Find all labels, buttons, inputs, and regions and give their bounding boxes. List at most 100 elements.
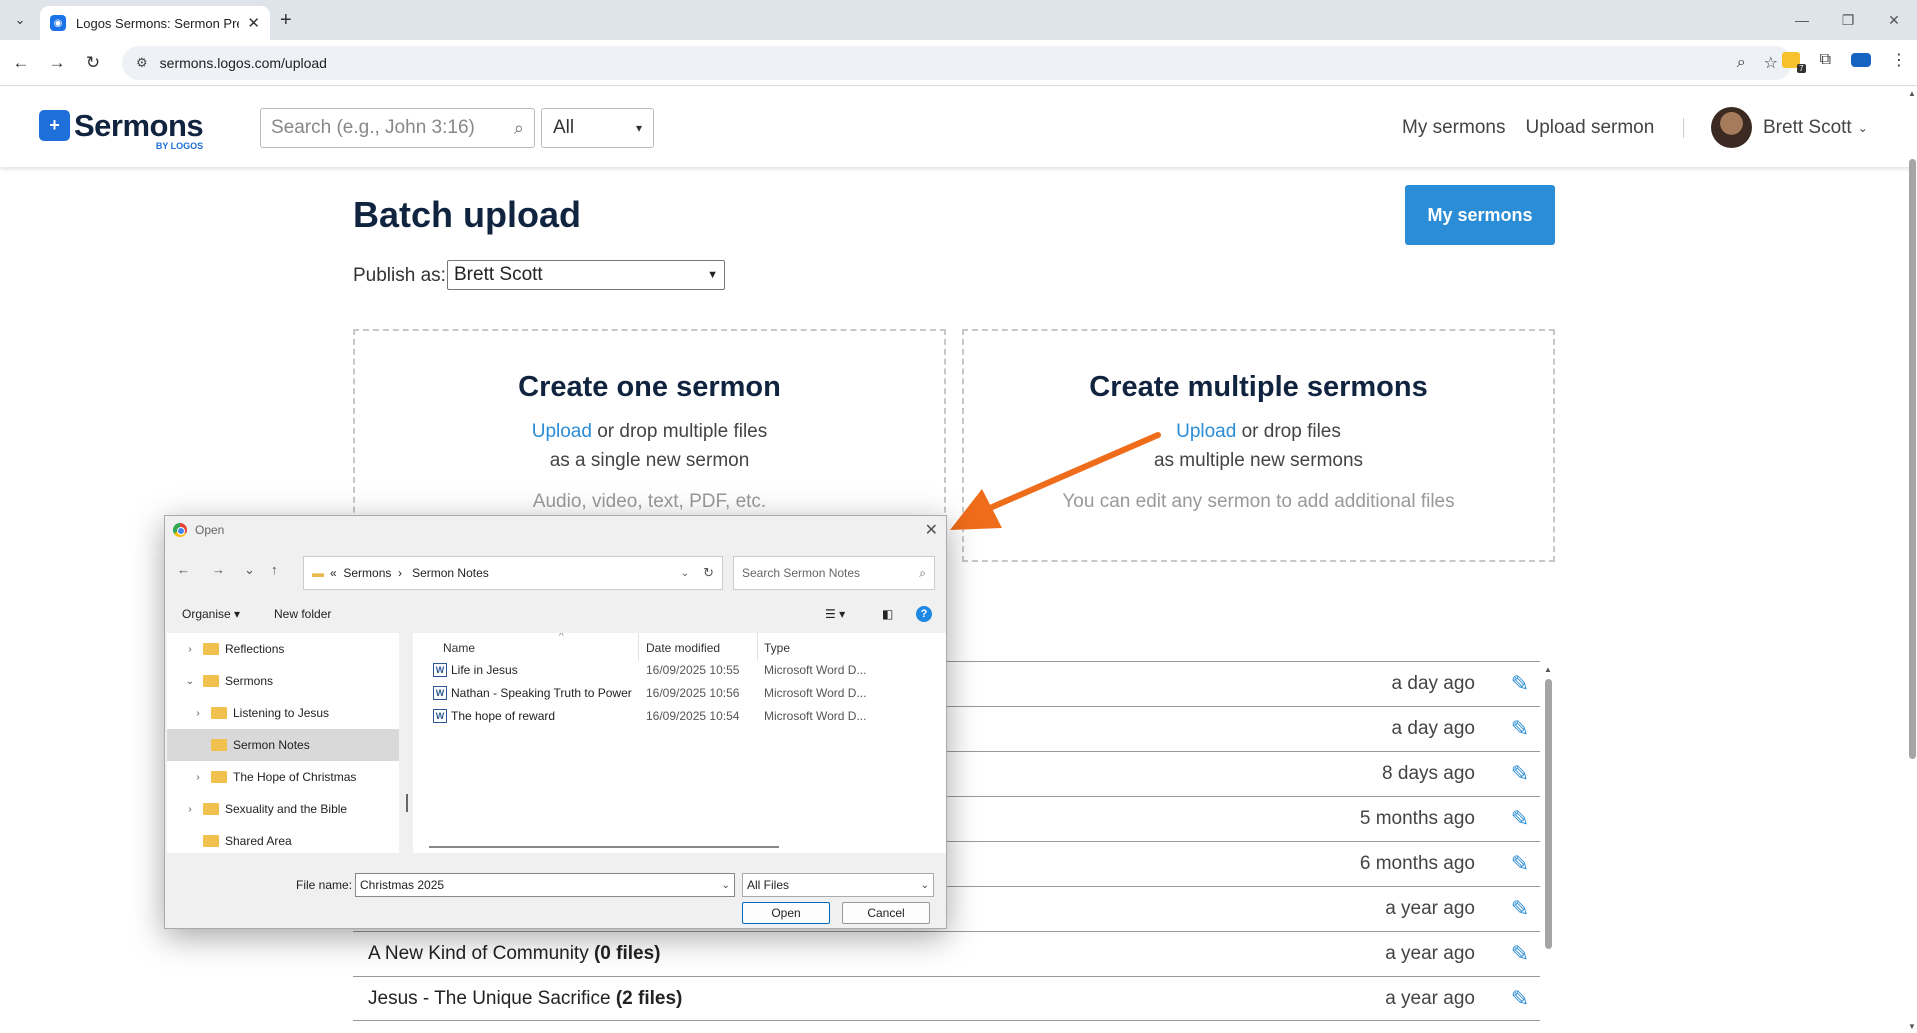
pencil-edit-icon[interactable]: ✎ <box>1500 761 1540 787</box>
site-info-icon[interactable]: ⚙ <box>136 55 148 71</box>
new-tab-button[interactable]: + <box>280 9 292 32</box>
page-scrollbar[interactable]: ▲ ▼ <box>1907 87 1917 1033</box>
forward-arrow-icon[interactable]: → <box>212 562 225 577</box>
nav-my-sermons[interactable]: My sermons <box>1402 117 1505 139</box>
folder-tree: › Reflections ⌄ Sermons › Listening to J… <box>167 633 399 853</box>
sermons-logo[interactable]: + Sermons BY LOGOS <box>39 108 204 151</box>
new-folder-button[interactable]: New folder <box>274 607 331 621</box>
scrollbar-thumb[interactable] <box>1909 159 1916 759</box>
extensions-puzzle-icon[interactable]: ⧉ <box>1820 51 1831 69</box>
tree-item-sermons[interactable]: ⌄ Sermons <box>167 665 399 697</box>
tree-item-the-hope-of-christmas[interactable]: › The Hope of Christmas <box>167 761 399 793</box>
file-name-input[interactable]: Christmas 2025 ⌄ <box>355 873 735 897</box>
tab-search-button[interactable]: ⌄ <box>8 8 32 32</box>
tree-item-sermon-notes[interactable]: Sermon Notes <box>167 729 399 761</box>
browser-tab-active[interactable]: ◉ Logos Sermons: Sermon Prepar ✕ <box>40 6 270 40</box>
upload-multiple-link[interactable]: Upload <box>1176 421 1236 442</box>
list-item[interactable]: Jesus - The Unique Sacrifice (2 files) a… <box>353 976 1540 1021</box>
list-item[interactable]: A New Kind of Community (0 files) a year… <box>353 931 1540 976</box>
search-scope-select[interactable]: All ▾ <box>541 108 654 148</box>
upload-one-link[interactable]: Upload <box>532 421 592 442</box>
sermon-age: a day ago <box>1391 718 1475 739</box>
chevron-right-icon[interactable]: › <box>191 708 205 719</box>
tree-item-reflections[interactable]: › Reflections <box>167 633 399 665</box>
nav-upload-sermon[interactable]: Upload sermon <box>1525 117 1654 139</box>
chevron-right-icon[interactable]: › <box>183 804 197 815</box>
sermon-list-scrollbar[interactable]: ▲ <box>1544 665 1553 1025</box>
refresh-icon[interactable]: ↻ <box>703 565 714 581</box>
close-icon[interactable]: ✕ <box>925 520 938 540</box>
search-icon[interactable]: ⌕ <box>514 118 524 139</box>
window-close-button[interactable]: ✕ <box>1871 0 1917 40</box>
avatar <box>1711 107 1752 148</box>
open-button[interactable]: Open <box>742 902 830 924</box>
recent-locations-icon[interactable]: ⌄ <box>244 562 255 578</box>
site-search-input[interactable]: Search (e.g., John 3:16) ⌕ <box>260 108 535 148</box>
pencil-edit-icon[interactable]: ✎ <box>1500 851 1540 877</box>
bookmark-star-icon[interactable]: ☆ <box>1764 53 1778 73</box>
tree-item-listening-to-jesus[interactable]: › Listening to Jesus <box>167 697 399 729</box>
scroll-down-icon[interactable]: ▼ <box>1908 1022 1916 1031</box>
browser-menu-icon[interactable]: ⋮ <box>1891 50 1907 70</box>
file-row[interactable]: W The hope of reward 16/09/2025 10:54 Mi… <box>413 703 946 729</box>
scroll-up-icon[interactable]: ▲ <box>1544 665 1552 674</box>
sermon-age: a year ago <box>1385 898 1475 919</box>
folder-tree-scrollbar[interactable] <box>406 794 408 812</box>
address-breadcrumb[interactable]: ▬ « Sermons › Sermon Notes ⌄ ↻ <box>303 556 723 590</box>
back-arrow-icon[interactable]: ← <box>8 50 34 76</box>
pencil-edit-icon[interactable]: ✎ <box>1500 941 1540 967</box>
breadcrumb-sermons[interactable]: Sermons <box>343 566 391 580</box>
scroll-up-icon[interactable]: ▲ <box>1908 89 1916 98</box>
preview-pane-icon[interactable]: ◧ <box>882 607 893 621</box>
dialog-search-input[interactable]: Search Sermon Notes ⌕ <box>733 556 935 590</box>
breadcrumb-overflow[interactable]: « <box>330 566 337 580</box>
file-name-label: File name: <box>296 878 353 892</box>
file-list-scrollbar[interactable] <box>429 846 779 848</box>
back-arrow-icon[interactable]: ← <box>177 562 190 577</box>
help-icon[interactable]: ? <box>916 606 932 622</box>
chevron-down-icon[interactable]: ⌄ <box>183 676 197 687</box>
reload-icon[interactable]: ↻ <box>80 50 106 76</box>
tree-item-shared-area[interactable]: Shared Area <box>167 825 399 853</box>
publish-as-select[interactable]: Brett Scott ▼ <box>447 260 725 290</box>
breadcrumb-sermon-notes[interactable]: Sermon Notes <box>412 566 489 580</box>
pencil-edit-icon[interactable]: ✎ <box>1500 986 1540 1012</box>
create-multiple-heading: Create multiple sermons <box>1089 371 1428 403</box>
pencil-edit-icon[interactable]: ✎ <box>1500 716 1540 742</box>
file-name: Life in Jesus <box>451 663 518 677</box>
file-type-select[interactable]: All Files ⌄ <box>742 873 934 897</box>
up-folder-icon[interactable]: ↑ <box>271 562 278 577</box>
organise-menu[interactable]: Organise ▾ <box>182 607 240 621</box>
column-name[interactable]: Name <box>443 641 475 655</box>
file-name-value: Christmas 2025 <box>360 878 445 892</box>
pencil-edit-icon[interactable]: ✎ <box>1500 671 1540 697</box>
scrollbar-thumb[interactable] <box>1545 679 1552 949</box>
logo-wordmark: Sermons <box>74 108 204 143</box>
my-sermons-button[interactable]: My sermons <box>1405 185 1555 245</box>
forward-arrow-icon[interactable]: → <box>44 50 70 76</box>
window-controls: — ❐ ✕ <box>1779 0 1917 40</box>
column-date-modified[interactable]: Date modified <box>646 641 720 655</box>
column-type[interactable]: Type <box>764 641 790 655</box>
create-one-heading: Create one sermon <box>518 371 781 403</box>
chevron-down-icon[interactable]: ⌄ <box>722 880 730 891</box>
tree-item-sexuality-and-the-bible[interactable]: › Sexuality and the Bible <box>167 793 399 825</box>
chevron-down-icon[interactable]: ⌄ <box>681 568 689 579</box>
upload-one-text: or drop multiple files <box>591 421 768 442</box>
tab-close-icon[interactable]: ✕ <box>247 14 260 32</box>
zoom-icon[interactable]: ⌕ <box>1737 54 1746 72</box>
view-options-icon[interactable]: ☰ ▾ <box>825 607 845 621</box>
cancel-button[interactable]: Cancel <box>842 902 930 924</box>
profile-icon[interactable] <box>1851 53 1871 67</box>
pencil-edit-icon[interactable]: ✎ <box>1500 806 1540 832</box>
address-bar[interactable]: ⚙ sermons.logos.com/upload ⌕ ☆ <box>122 46 1792 80</box>
extension-badge-icon[interactable]: 7 <box>1781 52 1806 73</box>
restore-button[interactable]: ❐ <box>1825 0 1871 40</box>
minimize-button[interactable]: — <box>1779 0 1825 40</box>
user-menu[interactable]: Brett Scott ⌄ <box>1711 107 1868 148</box>
dialog-search-placeholder: Search Sermon Notes <box>742 566 861 580</box>
pencil-edit-icon[interactable]: ✎ <box>1500 896 1540 922</box>
browser-toolbar: ← → ↻ ⚙ sermons.logos.com/upload ⌕ ☆ 7 ⧉… <box>0 40 1917 86</box>
chevron-right-icon[interactable]: › <box>191 772 205 783</box>
chevron-right-icon[interactable]: › <box>183 644 197 655</box>
